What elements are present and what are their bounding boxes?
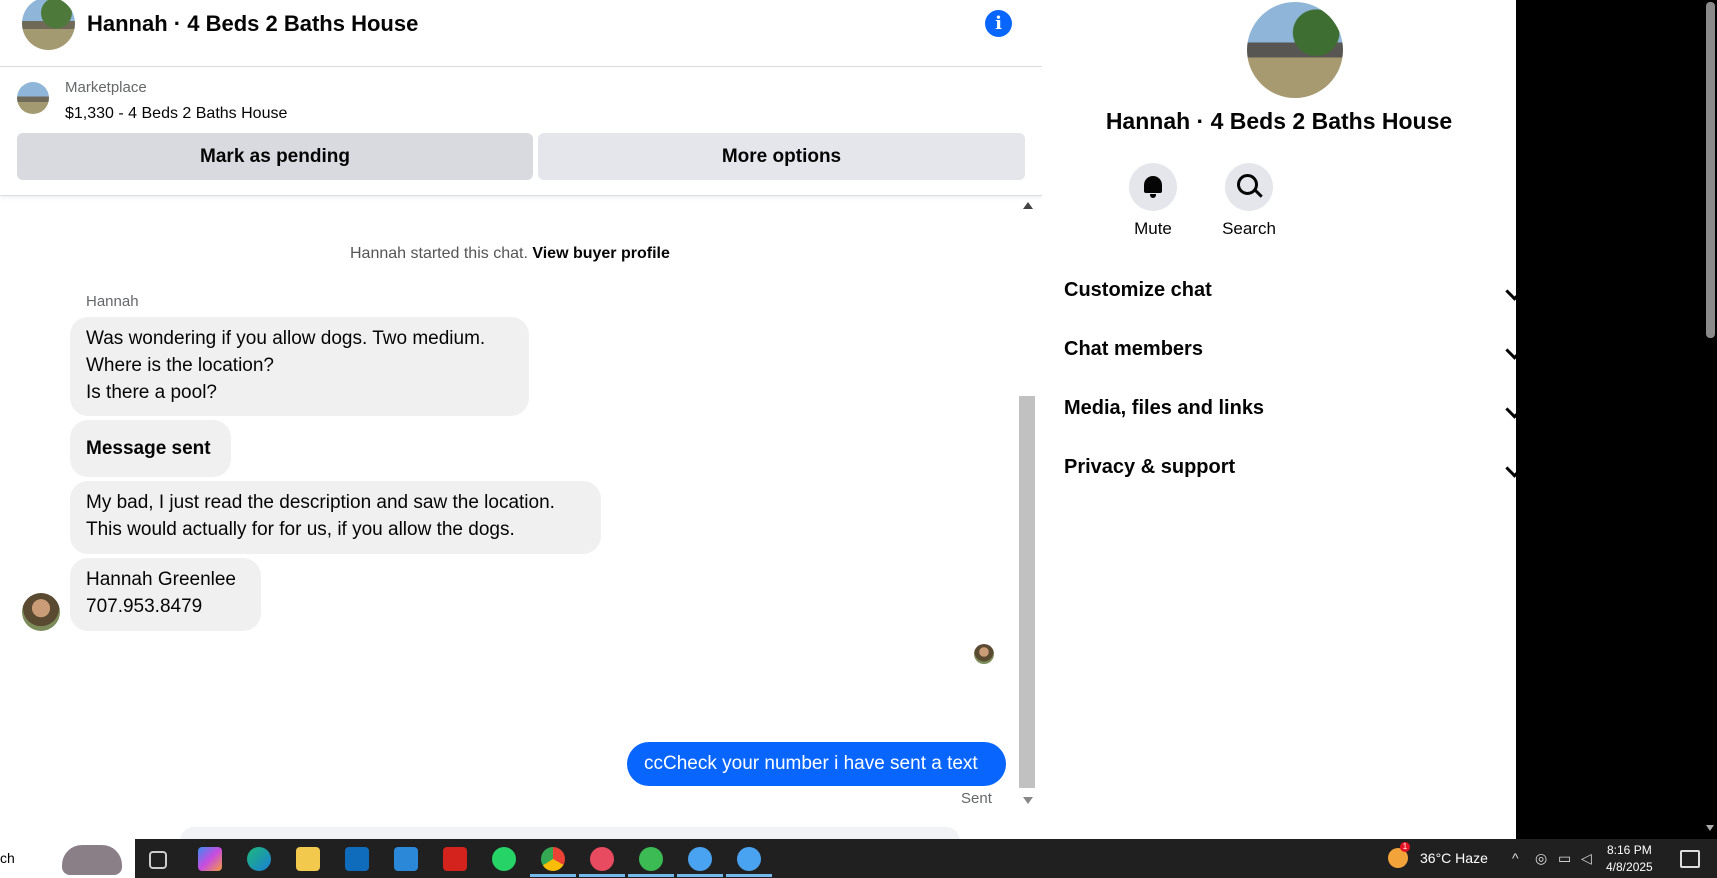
listing-avatar[interactable]	[22, 0, 75, 50]
side-panel-title: Hannah · 4 Beds 2 Baths House	[1105, 108, 1453, 134]
listing-card: Marketplace $1,330 - 4 Beds 2 Baths Hous…	[0, 67, 1042, 196]
page-scroll-down-icon[interactable]	[1706, 825, 1714, 831]
message-line: 707.953.8479	[86, 596, 203, 617]
message-line: Is there a pool?	[86, 382, 217, 403]
notification-icon[interactable]	[1680, 850, 1700, 868]
chat-members-section[interactable]: Chat members	[1064, 338, 1203, 361]
message-line: Was wondering if you allow dogs. Two med…	[86, 328, 486, 349]
message-line: My bad, I just read the description and …	[86, 492, 555, 513]
search-highlight-image	[62, 845, 122, 875]
network-icon[interactable]: ▭	[1558, 850, 1571, 867]
scroll-thumb[interactable]	[1019, 396, 1035, 788]
page-scroll-thumb[interactable]	[1706, 2, 1715, 338]
weather-widget[interactable]: 1 36°C Haze	[1388, 839, 1518, 878]
copilot-icon[interactable]	[198, 847, 222, 871]
taskbar-clock[interactable]: 8:16 PM 4/8/2025	[1606, 842, 1653, 876]
seen-indicator-avatar	[974, 644, 994, 664]
store-icon[interactable]	[394, 847, 418, 871]
chat-header: Hannah · 4 Beds 2 Baths House i	[0, 0, 1042, 67]
page-scrollbar[interactable]	[1703, 0, 1717, 839]
search-action[interactable]: Search	[1199, 163, 1299, 239]
clock-date: 4/8/2025	[1606, 860, 1653, 874]
listing-source: Marketplace	[65, 79, 147, 96]
open-app-indicator	[677, 874, 723, 877]
chat-started-notice: Hannah started this chat. View buyer pro…	[350, 245, 670, 263]
meet-icon[interactable]: ◎	[1535, 850, 1547, 867]
task-view-icon[interactable]	[149, 851, 167, 869]
volume-icon[interactable]: ◁	[1581, 850, 1592, 867]
privacy-support-section[interactable]: Privacy & support	[1064, 456, 1235, 479]
chat-started-text: Hannah started this chat.	[350, 245, 528, 262]
mark-as-pending-button[interactable]: Mark as pending	[17, 133, 533, 180]
message-scrollbar[interactable]	[1018, 198, 1036, 810]
open-app-indicator	[628, 874, 674, 877]
taskbar-search-text: ch	[0, 850, 15, 866]
info-icon[interactable]: i	[985, 10, 1012, 37]
scroll-up-arrow-icon[interactable]	[1023, 202, 1033, 209]
outlook-icon[interactable]	[345, 847, 369, 871]
media-files-links-section[interactable]: Media, files and links	[1064, 397, 1264, 420]
bell-icon	[1144, 176, 1162, 198]
messenger-window: Hannah · 4 Beds 2 Baths House i Marketpl…	[0, 0, 1516, 839]
weather-text: 36°C Haze	[1420, 850, 1488, 866]
search-label: Search	[1222, 219, 1276, 238]
mute-button[interactable]	[1129, 163, 1177, 211]
open-app-indicator	[579, 874, 625, 877]
listing-photo[interactable]	[1247, 2, 1343, 98]
more-options-button[interactable]: More options	[538, 133, 1025, 180]
view-buyer-profile-link[interactable]: View buyer profile	[532, 245, 670, 262]
edge-icon[interactable]	[247, 847, 271, 871]
app-icon[interactable]	[590, 847, 614, 871]
mute-label: Mute	[1134, 219, 1172, 238]
app-icon[interactable]	[688, 847, 712, 871]
search-button[interactable]	[1225, 163, 1273, 211]
chat-title[interactable]: Hannah · 4 Beds 2 Baths House	[87, 11, 418, 37]
message-line: This would actually for for us, if you a…	[86, 519, 515, 540]
taskbar-search[interactable]: ch	[0, 839, 135, 878]
app-icon[interactable]	[639, 847, 663, 871]
active-app-indicator	[530, 874, 576, 877]
clock-time: 8:16 PM	[1607, 843, 1652, 857]
weather-badge: 1	[1400, 842, 1410, 852]
sender-name: Hannah	[86, 293, 139, 310]
message-status: Sent	[961, 790, 992, 807]
app-icon[interactable]	[737, 847, 761, 871]
message-bubble[interactable]: My bad, I just read the description and …	[70, 481, 601, 554]
sender-avatar[interactable]	[22, 593, 60, 631]
message-bubble[interactable]: Hannah Greenlee 707.953.8479	[70, 558, 261, 631]
message-composer[interactable]	[180, 827, 960, 839]
windows-taskbar: ch 1 36°C Haze ^ ◎ ▭ ◁ 8:16 PM 4/8/2025	[0, 839, 1717, 878]
chevron-up-icon[interactable]: ^	[1512, 850, 1519, 866]
message-line: Message sent	[86, 438, 211, 459]
whatsapp-icon[interactable]	[492, 847, 516, 871]
message-bubble[interactable]: Message sent	[70, 420, 231, 477]
chrome-icon[interactable]	[541, 847, 565, 871]
chat-pane: Hannah · 4 Beds 2 Baths House i Marketpl…	[0, 0, 1043, 839]
customize-chat-section[interactable]: Customize chat	[1064, 279, 1212, 302]
message-line: Where is the location?	[86, 355, 274, 376]
message-bubble[interactable]: Was wondering if you allow dogs. Two med…	[70, 317, 529, 416]
listing-title[interactable]: $1,330 - 4 Beds 2 Baths House	[65, 105, 287, 123]
mute-action[interactable]: Mute	[1103, 163, 1203, 239]
listing-thumbnail[interactable]	[17, 82, 49, 114]
message-line: Hannah Greenlee	[86, 569, 236, 590]
search-icon	[1237, 174, 1258, 195]
acrobat-icon[interactable]	[443, 847, 467, 871]
outgoing-message-bubble[interactable]: ccCheck your number i have sent a text	[627, 742, 1006, 786]
scroll-down-arrow-icon[interactable]	[1023, 797, 1033, 804]
open-app-indicator	[726, 874, 772, 877]
file-explorer-icon[interactable]	[296, 847, 320, 871]
